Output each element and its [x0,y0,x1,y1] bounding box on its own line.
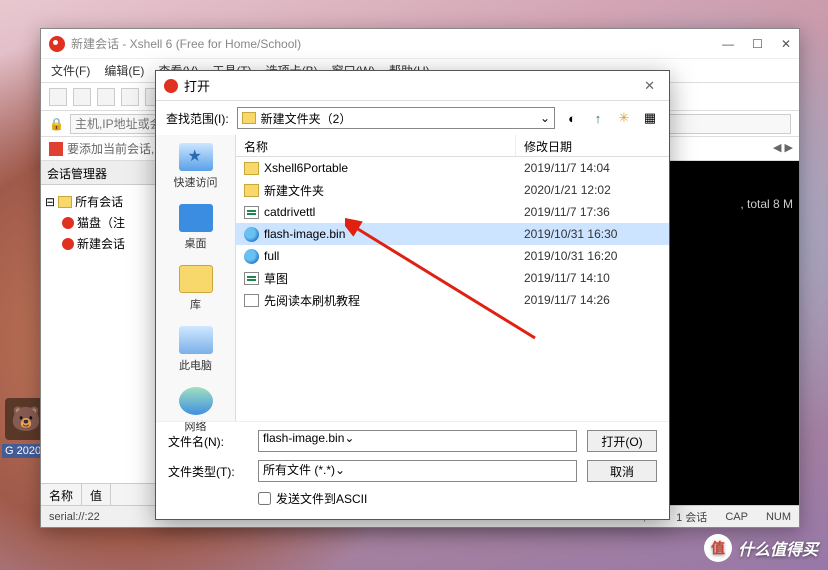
col-name[interactable]: 名称 [236,135,516,156]
places-bar: 快速访问 桌面 库 此电脑 网络 [156,135,236,421]
ascii-label: 发送文件到ASCII [276,490,367,507]
folder-icon [242,112,256,124]
close-button[interactable]: ✕ [781,37,791,51]
col-date[interactable]: 修改日期 [516,135,669,156]
menu-file[interactable]: 文件(F) [51,62,90,79]
status-sessions: 1 会话 [676,509,707,525]
watermark: 值 什么值得买 [704,534,818,562]
window-title: 新建会话 - Xshell 6 (Free for Home/School) [71,35,301,52]
filename-input[interactable]: flash-image.bin⌄ [258,430,577,452]
flag-icon [49,142,63,156]
file-date: 2019/11/7 14:10 [516,271,669,285]
maximize-button[interactable]: ☐ [752,37,763,51]
open-icon[interactable] [73,88,91,106]
place-quick-access[interactable]: 快速访问 [174,143,218,190]
file-row[interactable]: 草图 2019/11/7 14:10 [236,267,669,289]
file-date: 2019/11/7 17:36 [516,205,669,219]
chevron-down-icon: ⌄ [344,431,354,445]
file-row[interactable]: catdrivettl 2019/11/7 17:36 [236,201,669,223]
menu-edit[interactable]: 编辑(E) [104,62,144,79]
file-name: catdrivettl [264,205,315,219]
look-in-combo[interactable]: 新建文件夹（2） ⌄ [237,107,555,129]
file-name: flash-image.bin [264,227,345,241]
app-icon [49,36,65,52]
chevron-down-icon: ⌄ [540,111,550,125]
copy-icon[interactable] [121,88,139,106]
chevron-down-icon: ⌄ [335,463,345,477]
file-row[interactable]: full 2019/10/31 16:20 [236,245,669,267]
file-list: 名称 修改日期 Xshell6Portable 2019/11/7 14:04 新建… [236,135,669,421]
tab-nav[interactable]: ◀ ▶ [773,141,793,154]
save-icon[interactable] [97,88,115,106]
file-date: 2019/10/31 16:20 [516,249,669,263]
dialog-bottom: 文件名(N): flash-image.bin⌄ 打开(O) 文件类型(T): … [156,421,669,519]
file-name: 新建文件夹 [264,182,324,199]
status-conn: serial://:22 [49,511,100,523]
file-row[interactable]: 新建文件夹 2020/1/21 12:02 [236,179,669,201]
lock-icon: 🔒 [49,117,64,131]
file-name: Xshell6Portable [264,161,348,175]
dialog-title: 打开 [184,76,210,95]
open-button[interactable]: 打开(O) [587,430,657,452]
look-in-row: 查找范围(I): 新建文件夹（2） ⌄ ◐ ↑ ✳ ▦ [156,101,669,135]
file-row[interactable]: flash-image.bin 2019/10/31 16:30 [236,223,669,245]
titlebar: 新建会话 - Xshell 6 (Free for Home/School) —… [41,29,799,59]
file-icon [244,272,259,285]
place-this-pc[interactable]: 此电脑 [179,326,213,373]
file-icon [244,184,259,197]
status-cap: CAP [725,511,748,523]
file-icon [244,162,259,175]
file-row[interactable]: Xshell6Portable 2019/11/7 14:04 [236,157,669,179]
filename-label: 文件名(N): [168,433,248,450]
look-in-label: 查找范围(I): [166,110,229,127]
file-name: full [264,249,279,263]
file-row[interactable]: 先阅读本刷机教程 2019/11/7 14:26 [236,289,669,311]
place-libraries[interactable]: 库 [179,265,213,312]
file-date: 2020/1/21 12:02 [516,183,669,197]
file-icon [244,249,259,264]
file-name: 草图 [264,270,288,287]
filetype-label: 文件类型(T): [168,463,248,480]
dialog-titlebar: 打开 ✕ [156,71,669,101]
dialog-close-button[interactable]: ✕ [638,78,661,94]
minimize-button[interactable]: — [722,37,734,51]
new-folder-icon[interactable]: ✳ [615,109,633,127]
status-num: NUM [766,511,791,523]
new-session-icon[interactable] [49,88,67,106]
up-icon[interactable]: ↑ [589,109,607,127]
dialog-icon [164,79,178,93]
col-value[interactable]: 值 [82,484,111,505]
col-name[interactable]: 名称 [41,484,82,505]
desktop-icon-label: G 2020 [2,444,44,458]
file-icon [244,206,259,219]
file-date: 2019/10/31 16:30 [516,227,669,241]
file-date: 2019/11/7 14:26 [516,293,669,307]
ascii-checkbox[interactable] [258,492,271,505]
cancel-button[interactable]: 取消 [587,460,657,482]
place-desktop[interactable]: 桌面 [179,204,213,251]
filetype-combo[interactable]: 所有文件 (*.*)⌄ [258,460,577,482]
watermark-logo: 值 [704,534,732,562]
view-menu-icon[interactable]: ▦ [641,109,659,127]
file-icon [244,294,259,307]
back-icon[interactable]: ◐ [563,109,581,127]
open-dialog: 打开 ✕ 查找范围(I): 新建文件夹（2） ⌄ ◐ ↑ ✳ ▦ 快速访问 桌面… [155,70,670,520]
file-icon [244,227,259,242]
file-name: 先阅读本刷机教程 [264,292,360,309]
file-date: 2019/11/7 14:04 [516,161,669,175]
